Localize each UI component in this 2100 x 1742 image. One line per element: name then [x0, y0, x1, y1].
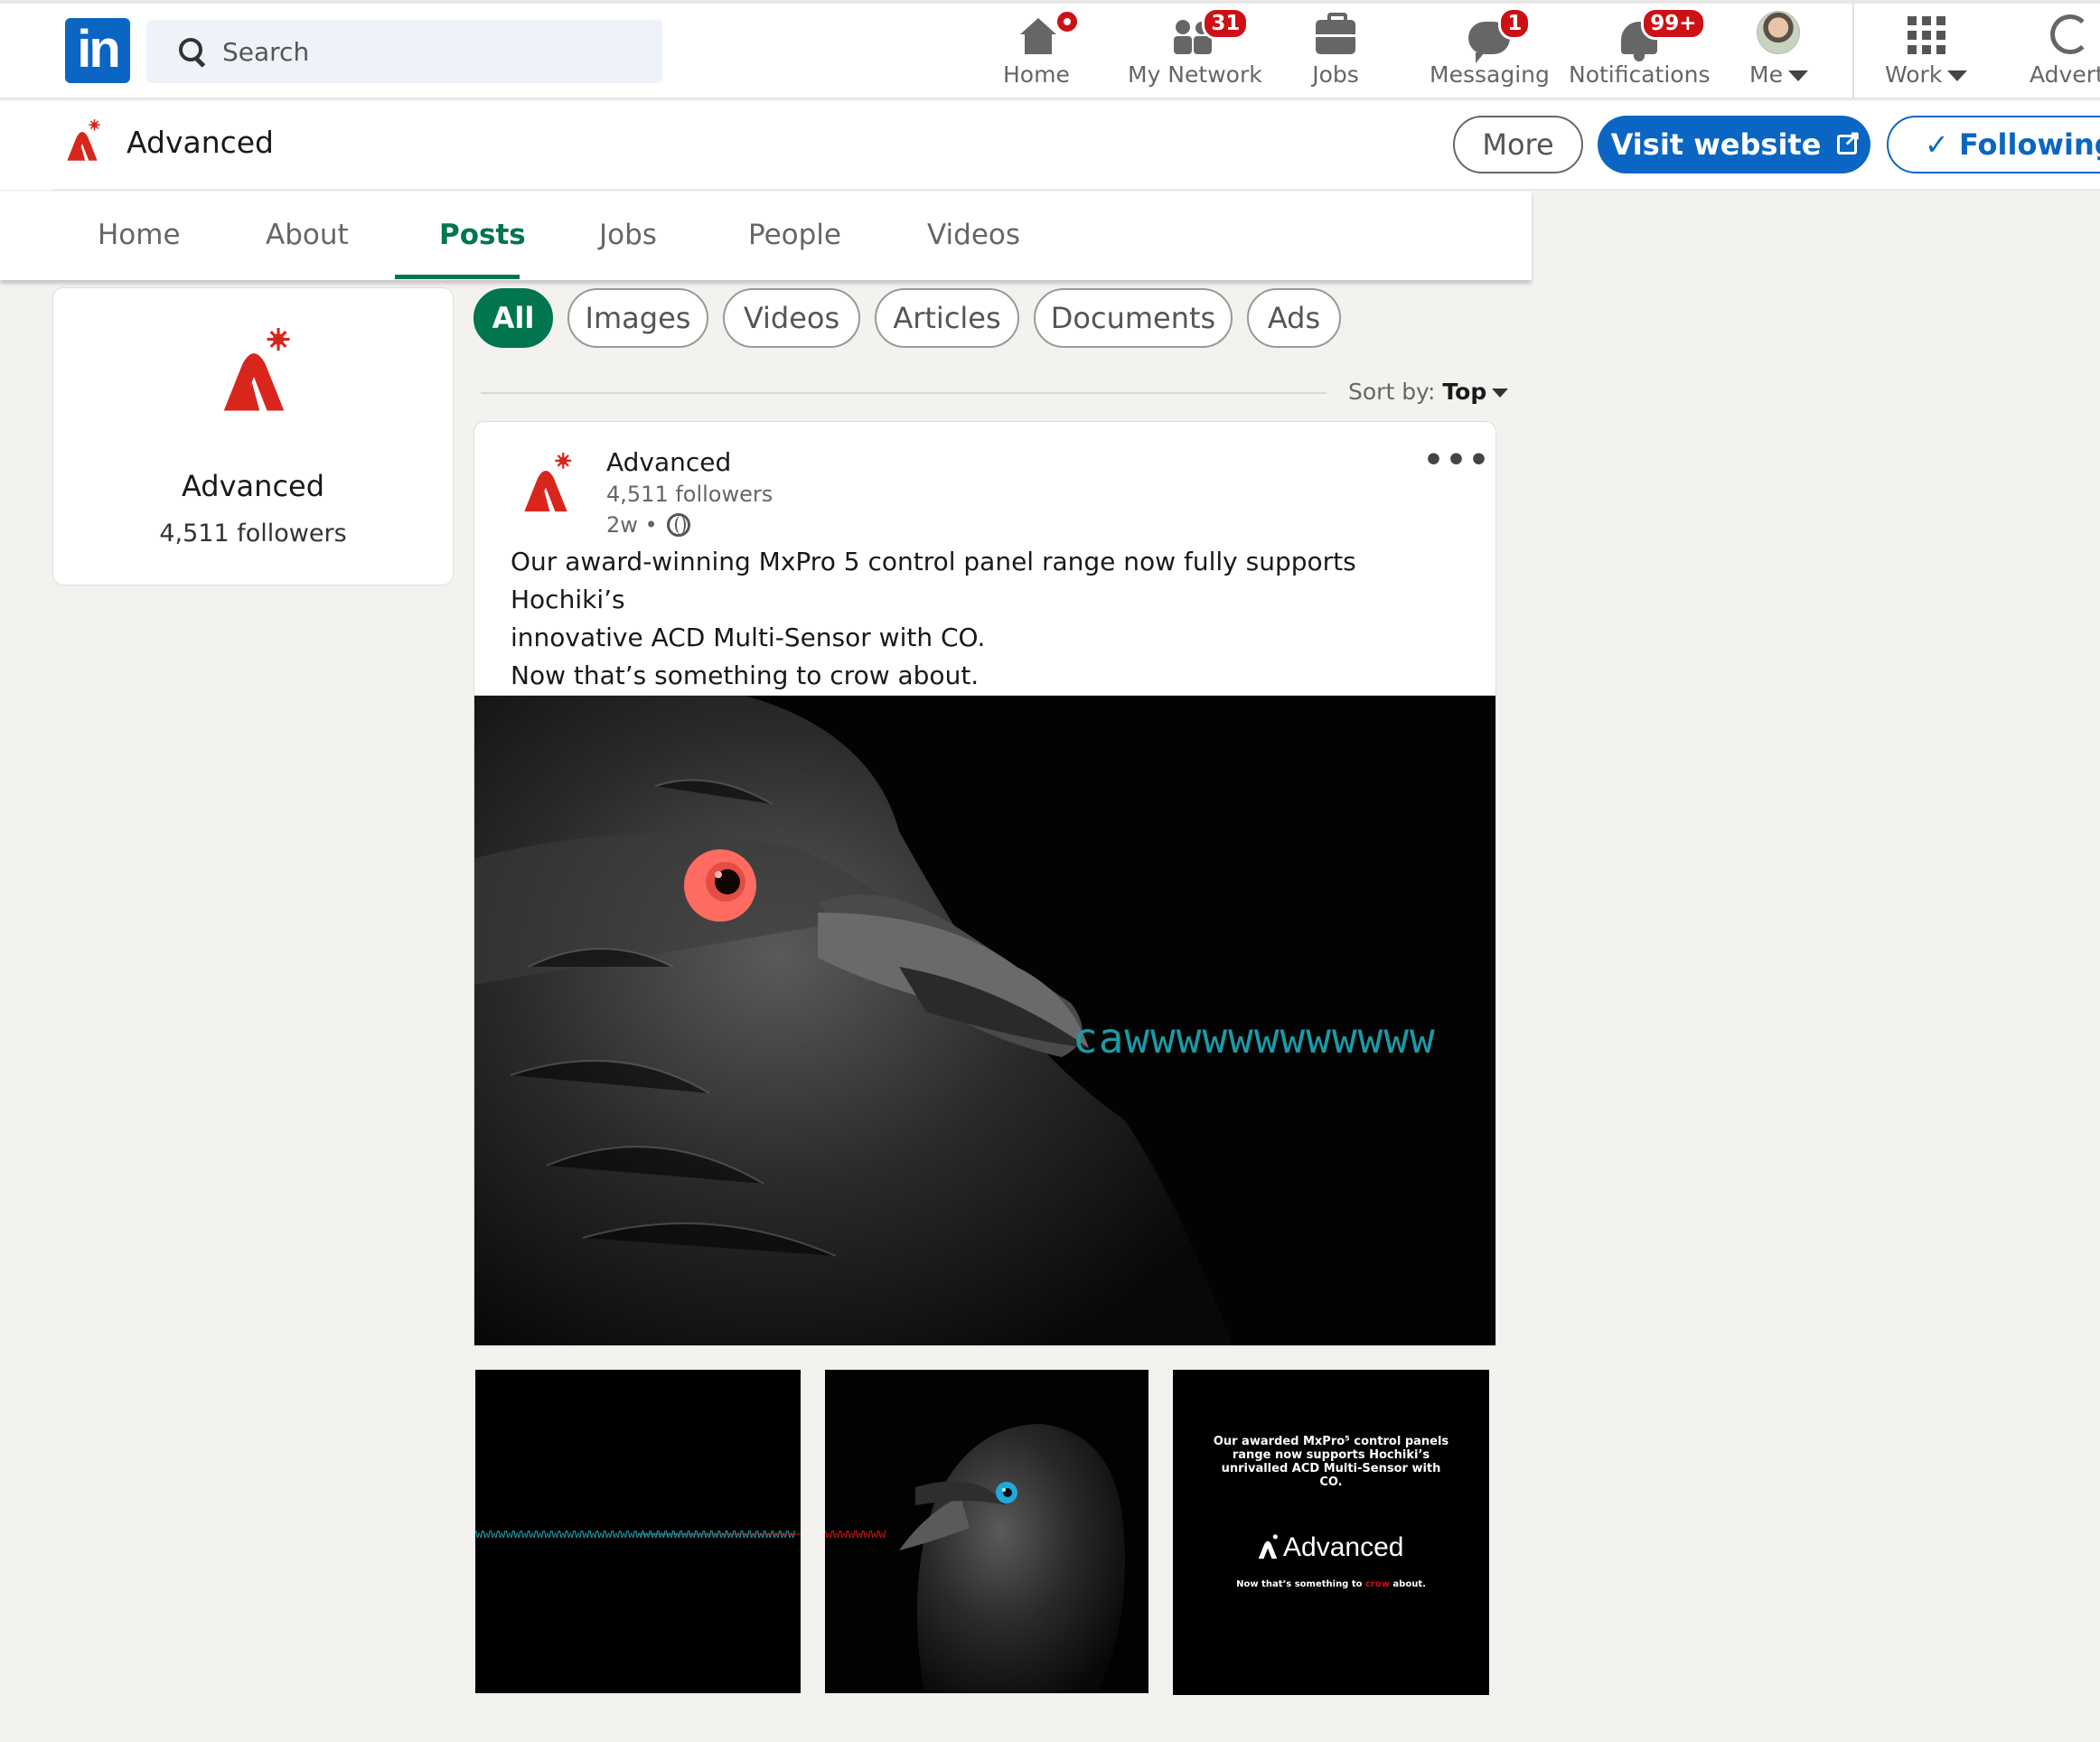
briefcase-icon: [1316, 13, 1355, 54]
filter-images[interactable]: Images: [567, 288, 708, 348]
visit-website-label: Visit website: [1610, 127, 1822, 162]
sort-dropdown[interactable]: Sort by: Top: [1348, 379, 1509, 405]
nav-messaging[interactable]: 1 Messaging: [1430, 7, 1550, 96]
company-name[interactable]: Advanced: [127, 125, 274, 160]
active-tab-indicator: [395, 275, 520, 279]
following-label: ✓ Following: [1925, 127, 2100, 162]
messaging-badge: 1: [1498, 7, 1532, 40]
chevron-down-icon: [1787, 70, 1808, 81]
chevron-down-icon: [1947, 70, 1968, 81]
nav-notifications-label: Notifications: [1569, 61, 1711, 88]
sort-label: Sort by:: [1348, 379, 1436, 405]
company-card: Advanced 4,511 followers: [52, 287, 454, 585]
filter-all[interactable]: All: [473, 288, 553, 348]
post-text-line: Now that’s something to crow about.: [511, 660, 980, 690]
tagline-crow: crow: [1364, 1579, 1390, 1589]
linkedin-logo[interactable]: in: [65, 18, 130, 83]
post-thumbnail-1[interactable]: wwwwwwwwwwwwwwwwwwwwwwwwwwwwwwwwwwwwwwww…: [475, 1370, 801, 1693]
search-icon: [179, 38, 206, 65]
post-meta: 2w •: [606, 512, 690, 538]
thumbnail-brand: Advanced: [1252, 1532, 1403, 1563]
home-dot-badge: [1054, 9, 1080, 34]
global-nav: in Home 31 My Network Jobs 1 Messaging 9…: [0, 0, 2100, 99]
filter-ads[interactable]: Ads: [1247, 288, 1341, 348]
tagline-part: Now that’s something to: [1236, 1579, 1365, 1589]
tab-jobs[interactable]: Jobs: [599, 219, 657, 251]
post-text: Our award-winning MxPro 5 control panel …: [511, 543, 1468, 695]
nav-work[interactable]: Work: [1885, 9, 1968, 96]
post-hero-image[interactable]: cawwwwwwwwwwww: [474, 695, 1495, 1345]
nav-me-label: Me: [1749, 61, 1783, 88]
header-divider: [52, 189, 2100, 191]
chevron-down-icon: [1492, 389, 1509, 398]
notifications-badge: 99+: [1641, 7, 1706, 40]
nav-home[interactable]: Home: [1003, 9, 1080, 96]
linkedin-logo-text: in: [77, 19, 121, 79]
network-badge: 31: [1202, 7, 1250, 40]
post-more-button[interactable]: •••: [1423, 442, 1491, 479]
tab-posts[interactable]: Posts: [439, 219, 526, 251]
tab-videos[interactable]: Videos: [927, 219, 1020, 251]
filter-videos[interactable]: Videos: [723, 288, 860, 348]
more-button[interactable]: More: [1453, 116, 1583, 173]
company-card-followers: 4,511 followers: [159, 520, 347, 548]
filter-documents[interactable]: Documents: [1034, 288, 1233, 348]
nav-work-label: Work: [1885, 61, 1943, 88]
sort-divider: [481, 392, 1327, 394]
nav-advertise-label: Adverti: [2030, 61, 2100, 88]
advanced-logo[interactable]: [512, 453, 579, 520]
advanced-logo[interactable]: [207, 328, 301, 422]
thumbnail-brand-name: Advanced: [1283, 1532, 1404, 1562]
avatar: [1757, 11, 1801, 54]
company-tabs: Home About Posts Jobs People Videos: [0, 192, 1532, 280]
hero-caption: cawwwwwwwwwwww: [1073, 1014, 1436, 1063]
sort-value: Top: [1442, 379, 1487, 405]
thumbnail-caw-text: wwwwwwww: [825, 1527, 886, 1541]
nav-my-network[interactable]: 31 My Network: [1128, 7, 1262, 96]
nav-my-network-label: My Network: [1128, 61, 1262, 88]
thumbnail-tagline: Now that’s something to crow about.: [1191, 1579, 1471, 1589]
nav-notifications[interactable]: 99+ Notifications: [1569, 7, 1711, 96]
thumbnail-ad-copy: Our awarded MxPro⁵ control panels range …: [1213, 1435, 1449, 1489]
nav-divider: [1852, 4, 1854, 98]
post-thumbnail-3[interactable]: Our awarded MxPro⁵ control panels range …: [1173, 1370, 1489, 1695]
post-followers: 4,511 followers: [606, 482, 773, 507]
company-card-name[interactable]: Advanced: [53, 469, 453, 503]
search-box[interactable]: [146, 20, 662, 83]
post-author[interactable]: Advanced: [606, 447, 731, 477]
external-link-icon: [1837, 126, 1861, 155]
tab-people[interactable]: People: [748, 219, 841, 251]
filter-articles[interactable]: Articles: [875, 288, 1019, 348]
tab-home[interactable]: Home: [98, 219, 181, 251]
advertise-icon: [2049, 14, 2090, 54]
grid-icon: [1907, 16, 1945, 54]
post-thumbnail-2[interactable]: wwwwwwww: [825, 1370, 1148, 1693]
tab-about[interactable]: About: [266, 219, 349, 251]
thumbnail-caw-fade: [638, 1533, 801, 1535]
post-time: 2w •: [606, 512, 658, 538]
advanced-logo[interactable]: [58, 119, 107, 166]
nav-me[interactable]: Me: [1749, 9, 1808, 96]
nav-jobs[interactable]: Jobs: [1308, 9, 1363, 96]
visit-website-button[interactable]: Visit website: [1598, 116, 1870, 173]
home-icon: [1017, 18, 1056, 54]
nav-messaging-label: Messaging: [1430, 61, 1550, 88]
more-button-label: More: [1482, 127, 1554, 162]
nav-home-label: Home: [1003, 61, 1070, 88]
globe-icon: [666, 513, 690, 537]
post-card: Advanced 4,511 followers 2w • ••• Our aw…: [473, 421, 1496, 1346]
tagline-part: about.: [1389, 1579, 1426, 1589]
following-button[interactable]: ✓ Following: [1887, 116, 2100, 173]
search-input[interactable]: [222, 36, 629, 67]
nav-jobs-label: Jobs: [1312, 61, 1359, 88]
nav-advertise[interactable]: Adverti: [2030, 9, 2100, 96]
advanced-logo-white: [1258, 1534, 1278, 1559]
post-text-line: Our award-winning MxPro 5 control panel …: [511, 547, 1356, 614]
post-text-line: innovative ACD Multi-Sensor with CO.: [511, 623, 986, 652]
